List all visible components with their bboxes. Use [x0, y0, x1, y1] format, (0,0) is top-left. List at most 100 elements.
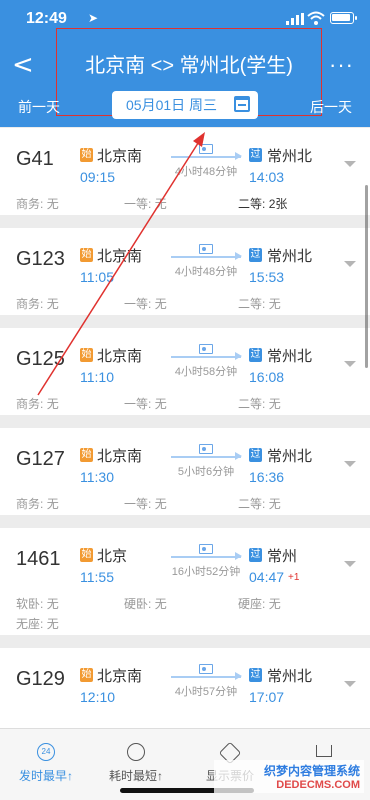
train-card[interactable]: G41 始 北京南 09:15 4小时48分钟 过 常州北 14:03 商务: …	[0, 128, 370, 215]
departure-station: 北京南	[97, 148, 143, 165]
travel-duration: 5小时6分钟	[177, 466, 235, 478]
id-card-icon	[199, 144, 213, 154]
arrival-time: 15:53	[249, 269, 285, 285]
train-number: G125	[16, 348, 65, 370]
seat-availability: 商务: 无	[16, 497, 59, 511]
train-number: G127	[16, 448, 65, 470]
next-day-marker: +1	[288, 572, 300, 583]
departure-time: 12:10	[80, 689, 116, 705]
seat-availability: 二等: 无	[238, 497, 281, 511]
chevron-down-icon[interactable]	[344, 161, 356, 167]
seat-availability: 一等: 无	[124, 297, 167, 311]
wifi-icon	[307, 11, 325, 25]
route-arrow-icon	[171, 672, 242, 680]
calendar-icon	[234, 96, 250, 112]
seat-availability: 硬卧: 无	[124, 597, 167, 611]
arrival-station: 常州北	[267, 448, 313, 465]
departure-time: 09:15	[80, 169, 116, 185]
chevron-down-icon[interactable]	[344, 361, 356, 367]
train-card[interactable]: G125 始 北京南 11:10 4小时58分钟 过 常州北 16:08 商务:…	[0, 328, 370, 415]
chevron-down-icon[interactable]	[344, 461, 356, 467]
route-title: 北京南 <> 常州北(学生)	[85, 54, 293, 77]
seat-availability: 一等: 无	[124, 497, 167, 511]
pass-badge: 过	[249, 548, 262, 562]
arrival-time: 14:03	[249, 169, 285, 185]
watermark: 织梦内容管理系统 DEDECMS.COM	[214, 760, 364, 793]
train-number: G129	[16, 668, 65, 690]
pass-badge: 过	[249, 348, 262, 362]
arrival-time: 04:47	[249, 569, 285, 585]
departure-station: 北京南	[97, 448, 143, 465]
seat-availability: 硬座: 无	[238, 597, 281, 611]
date-picker[interactable]: 05月01日 周三	[112, 91, 258, 119]
train-card[interactable]: G123 始 北京南 11:05 4小时48分钟 过 常州北 15:53 商务:…	[0, 228, 370, 315]
id-card-icon	[199, 544, 213, 554]
arrival-time: 16:36	[249, 469, 285, 485]
watermark-text: 织梦内容管理系统	[263, 764, 360, 778]
seat-availability: 二等: 2张	[238, 197, 288, 211]
route-arrow-icon	[171, 352, 242, 360]
departure-station: 北京南	[97, 348, 143, 365]
seat-availability: 商务: 无	[16, 197, 59, 211]
departure-station: 北京	[97, 548, 128, 565]
id-card-icon	[199, 344, 213, 354]
seat-availability: 二等: 无	[238, 297, 281, 311]
travel-duration: 4小时57分钟	[174, 686, 238, 698]
chevron-down-icon[interactable]	[344, 561, 356, 567]
origin-badge: 始	[80, 448, 93, 462]
more-menu-button[interactable]: ···	[329, 52, 354, 78]
origin-badge: 始	[80, 668, 93, 682]
arrival-time: 16:08	[249, 369, 285, 385]
route-arrow-icon	[171, 552, 242, 560]
route-arrow-icon	[171, 152, 242, 160]
train-number: 1461	[16, 548, 61, 570]
tab-label: 耗时最短↑	[108, 769, 163, 783]
travel-duration: 4小时58分钟	[174, 366, 238, 378]
train-card[interactable]: G129 始 北京南 12:10 4小时57分钟 过 常州北 17:07	[0, 648, 370, 735]
arrival-time: 17:07	[249, 689, 285, 705]
arrival-station: 常州北	[267, 148, 313, 165]
departure-station: 北京南	[97, 248, 143, 265]
origin-badge: 始	[80, 348, 93, 362]
departure-station: 北京南	[97, 668, 143, 685]
signal-icon	[286, 13, 304, 25]
previous-day-button[interactable]: 前一天	[18, 97, 60, 117]
chevron-down-icon[interactable]	[344, 681, 356, 687]
train-card[interactable]: G127 始 北京南 11:30 5小时6分钟 过 常州北 16:36 商务: …	[0, 428, 370, 515]
seat-availability: 一等: 无	[124, 397, 167, 411]
route-arrow-icon	[171, 452, 242, 460]
clock-24-icon: 24	[37, 743, 55, 761]
chevron-down-icon[interactable]	[344, 261, 356, 267]
train-number: G123	[16, 248, 65, 270]
departure-time: 11:10	[80, 369, 114, 385]
id-card-icon	[199, 664, 213, 674]
date-label: 05月01日 周三	[126, 97, 218, 113]
train-card[interactable]: 1461 始 北京 11:55 16小时52分钟 过 常州 04:47 +1 软…	[0, 528, 370, 635]
next-day-button[interactable]: 后一天	[310, 97, 352, 117]
travel-duration: 4小时48分钟	[174, 166, 238, 178]
pass-badge: 过	[249, 148, 262, 162]
pass-badge: 过	[249, 248, 262, 262]
cart-icon	[316, 745, 332, 757]
arrival-station: 常州北	[267, 248, 313, 265]
train-number: G41	[16, 148, 54, 170]
arrival-station: 常州北	[267, 348, 313, 365]
seat-availability: 商务: 无	[16, 397, 59, 411]
pass-badge: 过	[249, 448, 262, 462]
top-bar: 12:49 ➤ < 北京南 <> 常州北(学生) ··· 前一天 05月01日 …	[0, 0, 370, 127]
scrollbar[interactable]	[365, 185, 368, 368]
origin-badge: 始	[80, 148, 93, 162]
seat-availability: 商务: 无	[16, 297, 59, 311]
arrival-station: 常州北	[267, 668, 313, 685]
battery-icon	[330, 12, 357, 24]
travel-duration: 16小时52分钟	[171, 566, 241, 578]
status-time: 12:49	[26, 10, 67, 27]
seat-availability: 无座: 无	[16, 617, 59, 631]
departure-time: 11:55	[80, 569, 114, 585]
seat-availability: 一等: 无	[124, 197, 167, 211]
origin-badge: 始	[80, 248, 93, 262]
route-arrow-icon	[171, 252, 242, 260]
seat-availability: 软卧: 无	[16, 597, 59, 611]
watermark-domain: DEDECMS.COM	[276, 779, 360, 791]
back-button[interactable]: <	[12, 50, 34, 80]
